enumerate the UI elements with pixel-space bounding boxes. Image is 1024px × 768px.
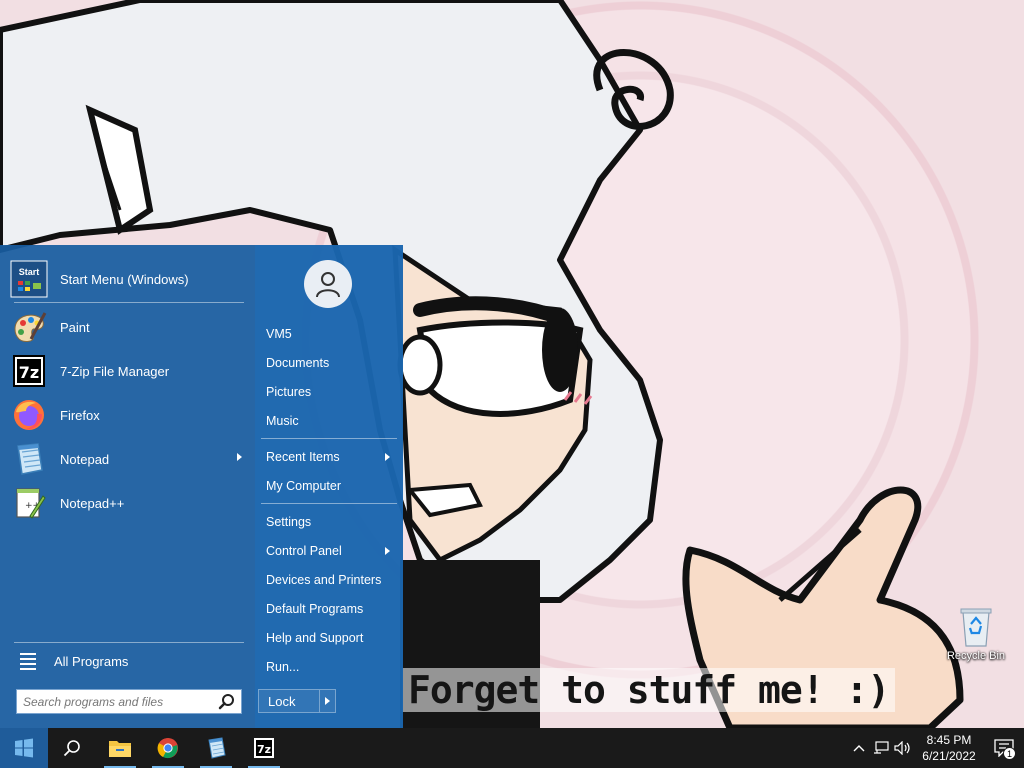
windows-start-icon (15, 738, 33, 758)
taskbar: 7z 8:45 PM 6/21/2022 1 (0, 728, 1024, 768)
svg-text:Start: Start (19, 267, 40, 277)
search-input[interactable] (17, 690, 217, 713)
firefox-icon (10, 396, 48, 434)
taskbar-7zip[interactable]: 7z (240, 728, 288, 768)
power-options-arrow-icon[interactable] (325, 697, 330, 705)
clock-time: 8:45 PM (926, 733, 972, 747)
start-button[interactable] (0, 728, 48, 768)
taskbar-notepad[interactable] (192, 728, 240, 768)
start-menu-header-label: Start Menu (Windows) (60, 271, 189, 287)
chrome-icon (157, 738, 178, 759)
taskbar-clock[interactable]: 8:45 PM 6/21/2022 (914, 732, 984, 764)
right-item-label: Default Programs (266, 602, 364, 616)
recycle-bin-label: Recycle Bin (946, 650, 1006, 662)
right-item-label: Music (266, 414, 299, 428)
user-icon (316, 272, 340, 298)
user-avatar[interactable] (304, 260, 352, 308)
search-icon (63, 740, 80, 757)
separator (261, 438, 397, 439)
recycle-bin-desktop-icon[interactable]: Recycle Bin (940, 600, 1012, 662)
start-menu-header-item[interactable]: Start Start Menu (Windows) (10, 257, 246, 301)
taskbar-search-button[interactable] (48, 728, 96, 768)
right-item-label: Settings (266, 515, 312, 529)
right-item-label: Run... (266, 660, 300, 674)
all-programs-button[interactable]: All Programs (14, 647, 244, 675)
pinned-app-label: 7-Zip File Manager (60, 363, 170, 379)
pinned-app-label: Notepad++ (60, 495, 125, 511)
pinned-app-7zip[interactable]: 7z 7-Zip File Manager (10, 349, 246, 393)
search-icon[interactable] (217, 692, 237, 712)
right-item-run[interactable]: Run... (266, 654, 396, 680)
notepad-icon (208, 737, 226, 759)
right-item-my-computer[interactable]: My Computer (266, 473, 396, 499)
submenu-arrow-icon (385, 453, 390, 461)
right-item-label: Control Panel (266, 544, 342, 558)
separator (14, 302, 244, 303)
right-item-label: My Computer (266, 479, 342, 493)
start-menu-app-icon: Start (10, 260, 48, 298)
pinned-app-notepad-plus-plus[interactable]: ++ Notepad++ (10, 481, 246, 525)
pinned-app-paint[interactable]: Paint (10, 305, 246, 349)
right-item-label: Documents (266, 356, 330, 370)
right-item-default-programs[interactable]: Default Programs (266, 596, 396, 622)
right-item-label: Help and Support (266, 631, 364, 645)
7zip-icon: 7z (254, 738, 274, 758)
taskbar-chrome[interactable] (144, 728, 192, 768)
lock-split-divider (319, 690, 320, 712)
right-item-label: Devices and Printers (266, 573, 382, 587)
7zip-icon: 7z (10, 352, 48, 390)
list-icon (20, 650, 36, 673)
pinned-app-firefox[interactable]: Firefox (10, 393, 246, 437)
search-box[interactable] (16, 689, 242, 714)
right-item-documents[interactable]: Documents (266, 350, 396, 376)
taskbar-file-explorer[interactable] (96, 728, 144, 768)
start-menu-left-pane: Start Start Menu (Windows) Paint 7z 7-Zi… (0, 245, 255, 728)
start-menu: Start Start Menu (Windows) Paint 7z 7-Zi… (0, 245, 403, 728)
notification-count-badge: 1 (1003, 747, 1016, 760)
pinned-app-notepad[interactable]: Notepad (10, 437, 246, 481)
paint-icon (10, 308, 48, 346)
right-item-recent-items[interactable]: Recent Items (266, 444, 396, 470)
network-icon (874, 741, 889, 754)
svg-text:7z: 7z (19, 363, 39, 382)
notepad-icon (10, 440, 48, 478)
right-item-label: VM5 (266, 327, 292, 341)
pinned-app-label: Notepad (60, 451, 110, 467)
separator (14, 642, 244, 643)
show-hidden-icons-button[interactable] (848, 728, 870, 768)
submenu-arrow-icon (385, 547, 390, 555)
separator (261, 503, 397, 504)
all-programs-label: All Programs (54, 653, 129, 669)
right-item-label: Recent Items (266, 450, 340, 464)
file-explorer-icon (109, 741, 131, 757)
submenu-arrow-icon (237, 453, 242, 461)
recycle-bin-icon (958, 604, 994, 648)
lock-label: Lock (268, 693, 296, 709)
chevron-up-icon (853, 745, 865, 752)
system-tray: 8:45 PM 6/21/2022 1 (848, 728, 1024, 768)
right-item-vm5[interactable]: VM5 (266, 321, 396, 347)
right-item-devices-and-printers[interactable]: Devices and Printers (266, 567, 396, 593)
wallpaper-caption: Forget to stuff me! :) (402, 668, 896, 712)
clock-date: 6/21/2022 (922, 749, 976, 763)
right-item-settings[interactable]: Settings (266, 509, 396, 535)
right-item-pictures[interactable]: Pictures (266, 379, 396, 405)
network-tray-button[interactable] (870, 728, 892, 768)
right-item-label: Pictures (266, 385, 312, 399)
pinned-app-label: Firefox (60, 407, 100, 423)
notepad-plus-plus-icon: ++ (10, 484, 48, 522)
right-item-help-and-support[interactable]: Help and Support (266, 625, 396, 651)
svg-text:7z: 7z (257, 743, 271, 756)
right-item-control-panel[interactable]: Control Panel (266, 538, 396, 564)
volume-tray-button[interactable] (892, 728, 914, 768)
speaker-icon (894, 741, 910, 755)
pinned-app-label: Paint (60, 319, 90, 335)
action-center-button[interactable]: 1 (984, 728, 1024, 768)
start-menu-right-pane: VM5 Documents Pictures Music Recent Item… (255, 245, 403, 728)
right-item-music[interactable]: Music (266, 408, 396, 434)
lock-button[interactable]: Lock (258, 689, 336, 713)
